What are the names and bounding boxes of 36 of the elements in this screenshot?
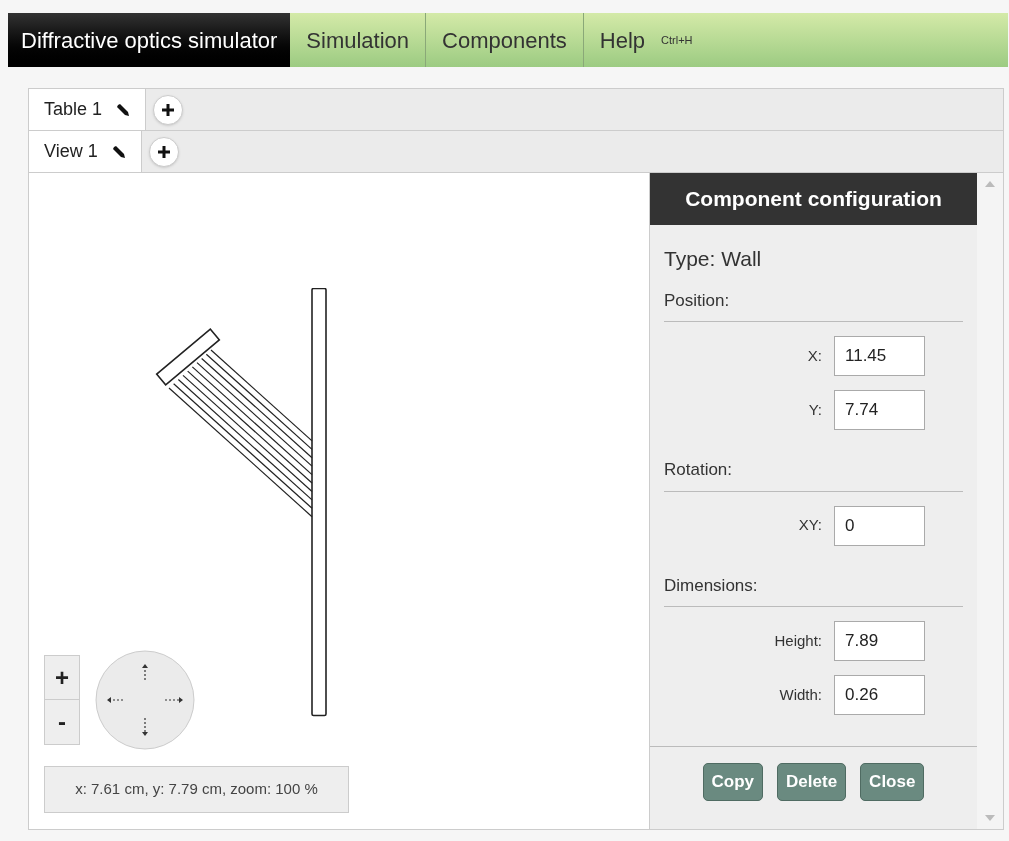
add-button[interactable] — [153, 94, 184, 125]
section-heading: Rotation: — [664, 457, 963, 492]
app-title: Diffractive optics simulator — [8, 13, 291, 67]
field-label: Height: — [774, 630, 822, 651]
add-button[interactable] — [148, 136, 179, 167]
input-field[interactable]: 0 — [834, 505, 925, 546]
input-field[interactable]: 7.74 — [834, 390, 925, 430]
zoom-in-button[interactable]: + — [45, 656, 79, 700]
plus-icon — [157, 145, 170, 158]
plus-icon — [162, 103, 175, 116]
menu-item[interactable]: Help — [583, 13, 662, 67]
field-label: XY: — [798, 515, 822, 536]
panel-button[interactable]: Copy — [702, 763, 764, 801]
input-field[interactable]: 0.26 — [834, 675, 925, 715]
pencil-icon[interactable] — [111, 144, 126, 159]
section-heading: Dimensions: — [664, 572, 963, 607]
shortcut-label: Ctrl+H — [661, 32, 694, 48]
tab[interactable]: View 1 — [29, 131, 142, 172]
pencil-icon[interactable] — [116, 102, 131, 117]
field-label: Y: — [808, 399, 822, 420]
input-field[interactable]: 11.45 — [834, 336, 925, 376]
tab-label: Table 1 — [44, 98, 103, 121]
panel-button[interactable]: Close — [860, 763, 925, 801]
zoom-out-button[interactable]: - — [45, 700, 79, 744]
input-field[interactable]: 7.89 — [834, 621, 925, 661]
tab-label: View 1 — [44, 140, 98, 163]
status-text: x: 7.61 cm, y: 7.79 cm, zoom: 100 % — [44, 766, 349, 813]
menu-item[interactable]: Simulation — [290, 13, 426, 67]
field-label: Width: — [779, 684, 822, 705]
menu-item[interactable]: Components — [426, 13, 583, 67]
tab[interactable]: Table 1 — [29, 89, 147, 130]
type-label: Type: Wall — [664, 246, 763, 272]
field-label: X: — [807, 345, 822, 366]
panel-header: Component configuration — [650, 173, 977, 225]
section-heading: Position: — [664, 287, 963, 322]
panel-button[interactable]: Delete — [777, 763, 847, 801]
